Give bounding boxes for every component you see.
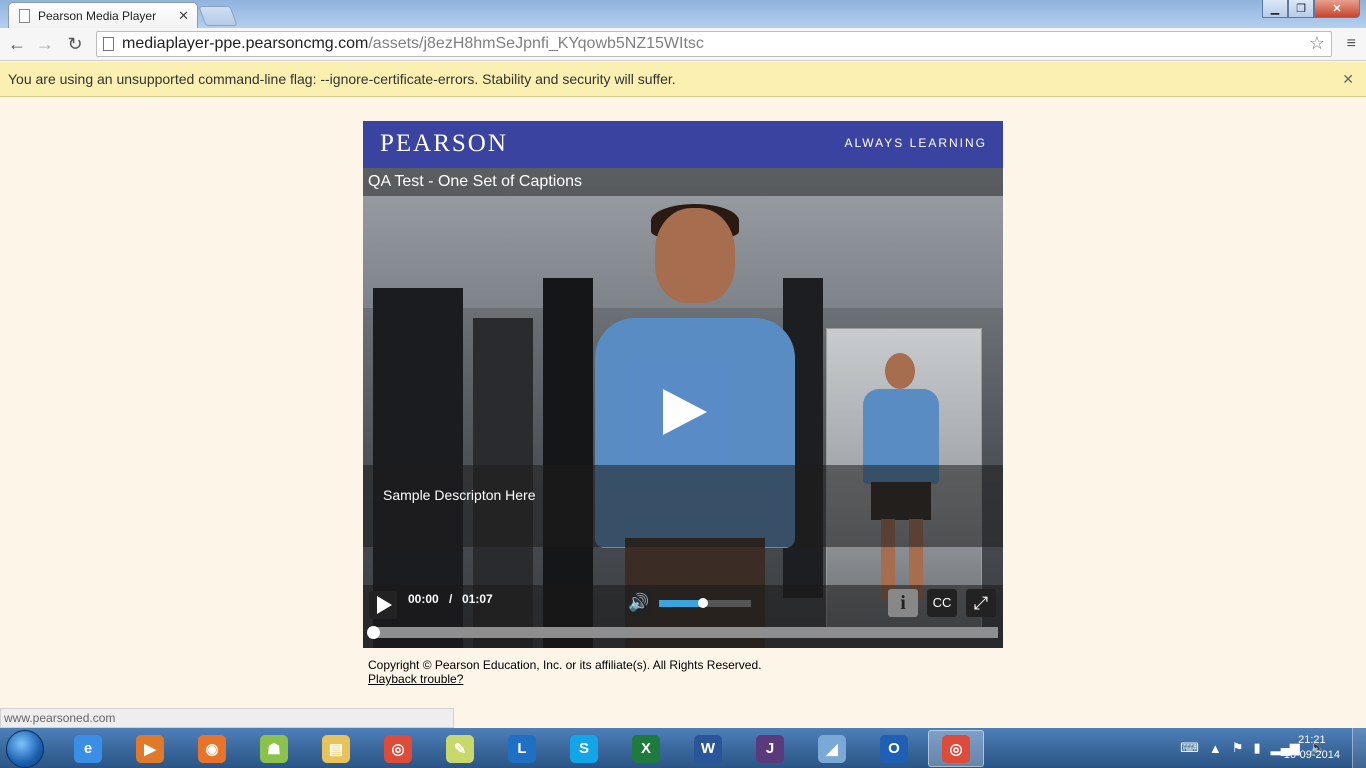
volume-fill bbox=[659, 600, 704, 607]
seek-bar[interactable] bbox=[367, 626, 998, 639]
taskbar-word-button[interactable]: W bbox=[680, 730, 736, 767]
menu-icon[interactable]: ≡ bbox=[1347, 35, 1356, 53]
playback-trouble-link[interactable]: Playback trouble? bbox=[368, 672, 463, 686]
big-play-button[interactable] bbox=[628, 359, 734, 465]
seek-knob[interactable] bbox=[367, 626, 380, 639]
back-arrow-icon[interactable]: ← bbox=[6, 33, 28, 55]
brand-tagline: ALWAYS LEARNING bbox=[844, 136, 987, 150]
new-tab-button[interactable] bbox=[198, 6, 238, 26]
start-button[interactable] bbox=[6, 730, 44, 768]
taskbar-android-button[interactable]: ☗ bbox=[246, 730, 302, 767]
bookmark-star-icon[interactable]: ☆ bbox=[1309, 33, 1325, 54]
internet-explorer-icon: e bbox=[74, 734, 102, 763]
volume-slider[interactable] bbox=[659, 598, 751, 608]
status-bubble: www.pearsoned.com bbox=[0, 708, 454, 728]
taskbar-java-ee-ide-button[interactable]: J bbox=[742, 730, 798, 767]
taskbar-lync-button[interactable]: L bbox=[494, 730, 550, 767]
file-explorer-icon: ▤ bbox=[322, 734, 350, 763]
video-area[interactable]: QA Test - One Set of Captions Sample Des… bbox=[363, 168, 1003, 648]
lync-icon: L bbox=[508, 734, 536, 763]
excel-icon: X bbox=[632, 734, 660, 763]
show-hidden-icons-icon[interactable]: ▲ bbox=[1209, 741, 1222, 756]
taskbar-media-player-button[interactable]: ▶ bbox=[122, 730, 178, 767]
chrome-active-icon: ◎ bbox=[942, 734, 970, 763]
copyright-text: Copyright © Pearson Education, Inc. or i… bbox=[368, 658, 762, 672]
page-icon bbox=[19, 8, 30, 23]
chrome-icon: ◎ bbox=[384, 734, 412, 763]
warning-infobar: You are using an unsupported command-lin… bbox=[0, 62, 1366, 97]
current-time: 00:00 bbox=[408, 592, 439, 606]
close-window-button[interactable]: ✕ bbox=[1314, 0, 1360, 18]
url-path: /assets/j8ezH8hmSeJpnfi_KYqowb5NZ15WItsc bbox=[368, 35, 704, 52]
show-desktop-button[interactable] bbox=[1352, 728, 1366, 768]
power-icon[interactable]: ▮ bbox=[1253, 740, 1260, 756]
volume-button[interactable]: 🔊 bbox=[625, 589, 653, 617]
speaker-icon: 🔊 bbox=[628, 593, 650, 612]
system-clock[interactable]: 21:21 16-09-2014 bbox=[1284, 733, 1340, 763]
taskbar-outlook-button[interactable]: O bbox=[866, 730, 922, 767]
keyboard-icon[interactable]: ⌨ bbox=[1180, 740, 1199, 756]
play-icon bbox=[663, 389, 707, 435]
java-ee-ide-icon: J bbox=[756, 734, 784, 763]
reload-icon[interactable]: ↻ bbox=[64, 33, 86, 55]
infobar-message: You are using an unsupported command-lin… bbox=[8, 71, 676, 87]
media-player: PEARSON ALWAYS LEARNING QA Test - One Se… bbox=[363, 121, 1003, 648]
control-bar: 00:00 / 01:07 🔊 i CC ⤢ bbox=[363, 585, 1003, 648]
player-footer: Copyright © Pearson Education, Inc. or i… bbox=[368, 658, 761, 686]
clock-time: 21:21 bbox=[1298, 734, 1326, 746]
tab-close-icon[interactable]: ✕ bbox=[178, 8, 189, 24]
pen-tool-icon: ◢ bbox=[818, 734, 846, 763]
taskbar-chrome-active-button[interactable]: ◎ bbox=[928, 730, 984, 767]
taskbar-firefox-button[interactable]: ◉ bbox=[184, 730, 240, 767]
media-player-icon: ▶ bbox=[136, 734, 164, 763]
taskbar-excel-button[interactable]: X bbox=[618, 730, 674, 767]
clock-date: 16-09-2014 bbox=[1283, 749, 1340, 761]
expand-icon: ⤢ bbox=[973, 593, 989, 613]
video-description: Sample Descripton Here bbox=[363, 465, 1003, 547]
forward-arrow-icon[interactable]: → bbox=[34, 33, 56, 55]
pearson-logo: PEARSON bbox=[380, 130, 508, 157]
closed-captions-button[interactable]: CC bbox=[927, 589, 957, 617]
video-title: QA Test - One Set of Captions bbox=[363, 168, 1003, 196]
duration: 01:07 bbox=[462, 592, 493, 606]
outlook-icon: O bbox=[880, 734, 908, 763]
page-icon bbox=[103, 37, 114, 51]
word-icon: W bbox=[694, 734, 722, 763]
taskbar-chrome-button[interactable]: ◎ bbox=[370, 730, 426, 767]
browser-toolbar: ← → ↻ mediaplayer-ppe.pearsoncmg.com/ass… bbox=[0, 28, 1366, 61]
taskbar-skype-button[interactable]: S bbox=[556, 730, 612, 767]
play-button[interactable] bbox=[369, 591, 397, 619]
fullscreen-button[interactable]: ⤢ bbox=[966, 589, 996, 617]
tab-title: Pearson Media Player bbox=[38, 8, 157, 23]
android-icon: ☗ bbox=[260, 734, 288, 763]
taskbar-file-explorer-button[interactable]: ▤ bbox=[308, 730, 364, 767]
tab-pearson-media-player[interactable]: Pearson Media Player ✕ bbox=[8, 2, 198, 28]
taskbar-internet-explorer-button[interactable]: e bbox=[60, 730, 116, 767]
time-separator: / bbox=[449, 592, 453, 606]
action-center-flag-icon[interactable]: ⚑ bbox=[1232, 740, 1244, 756]
minimize-button[interactable]: ▁ bbox=[1262, 0, 1288, 18]
restore-button[interactable]: ❐ bbox=[1288, 0, 1314, 18]
address-bar[interactable]: mediaplayer-ppe.pearsoncmg.com/assets/j8… bbox=[96, 31, 1332, 57]
windows-taskbar: e ▶ ◉ ☗ ▤ ◎ ✎ L S X W J ◢ O ◎ ⌨ ▲ ⚑ ▮ ▂▄▆ 🔈 21:21 16-0… bbox=[0, 728, 1366, 768]
firefox-icon: ◉ bbox=[198, 734, 226, 763]
skype-icon: S bbox=[570, 734, 598, 763]
play-icon bbox=[377, 596, 392, 614]
info-button[interactable]: i bbox=[888, 589, 918, 617]
infobar-close-icon[interactable]: ✕ bbox=[1342, 62, 1354, 97]
brand-bar: PEARSON ALWAYS LEARNING bbox=[363, 121, 1003, 168]
url-host: mediaplayer-ppe.pearsoncmg.com bbox=[122, 35, 369, 52]
window-titlebar: Pearson Media Player ✕ ▁ ❐ ✕ bbox=[0, 0, 1366, 28]
window-controls: ▁ ❐ ✕ bbox=[1262, 0, 1360, 18]
notes-icon: ✎ bbox=[446, 734, 474, 763]
taskbar-pen-tool-button[interactable]: ◢ bbox=[804, 730, 860, 767]
volume-knob[interactable] bbox=[698, 598, 709, 608]
taskbar-notes-button[interactable]: ✎ bbox=[432, 730, 488, 767]
